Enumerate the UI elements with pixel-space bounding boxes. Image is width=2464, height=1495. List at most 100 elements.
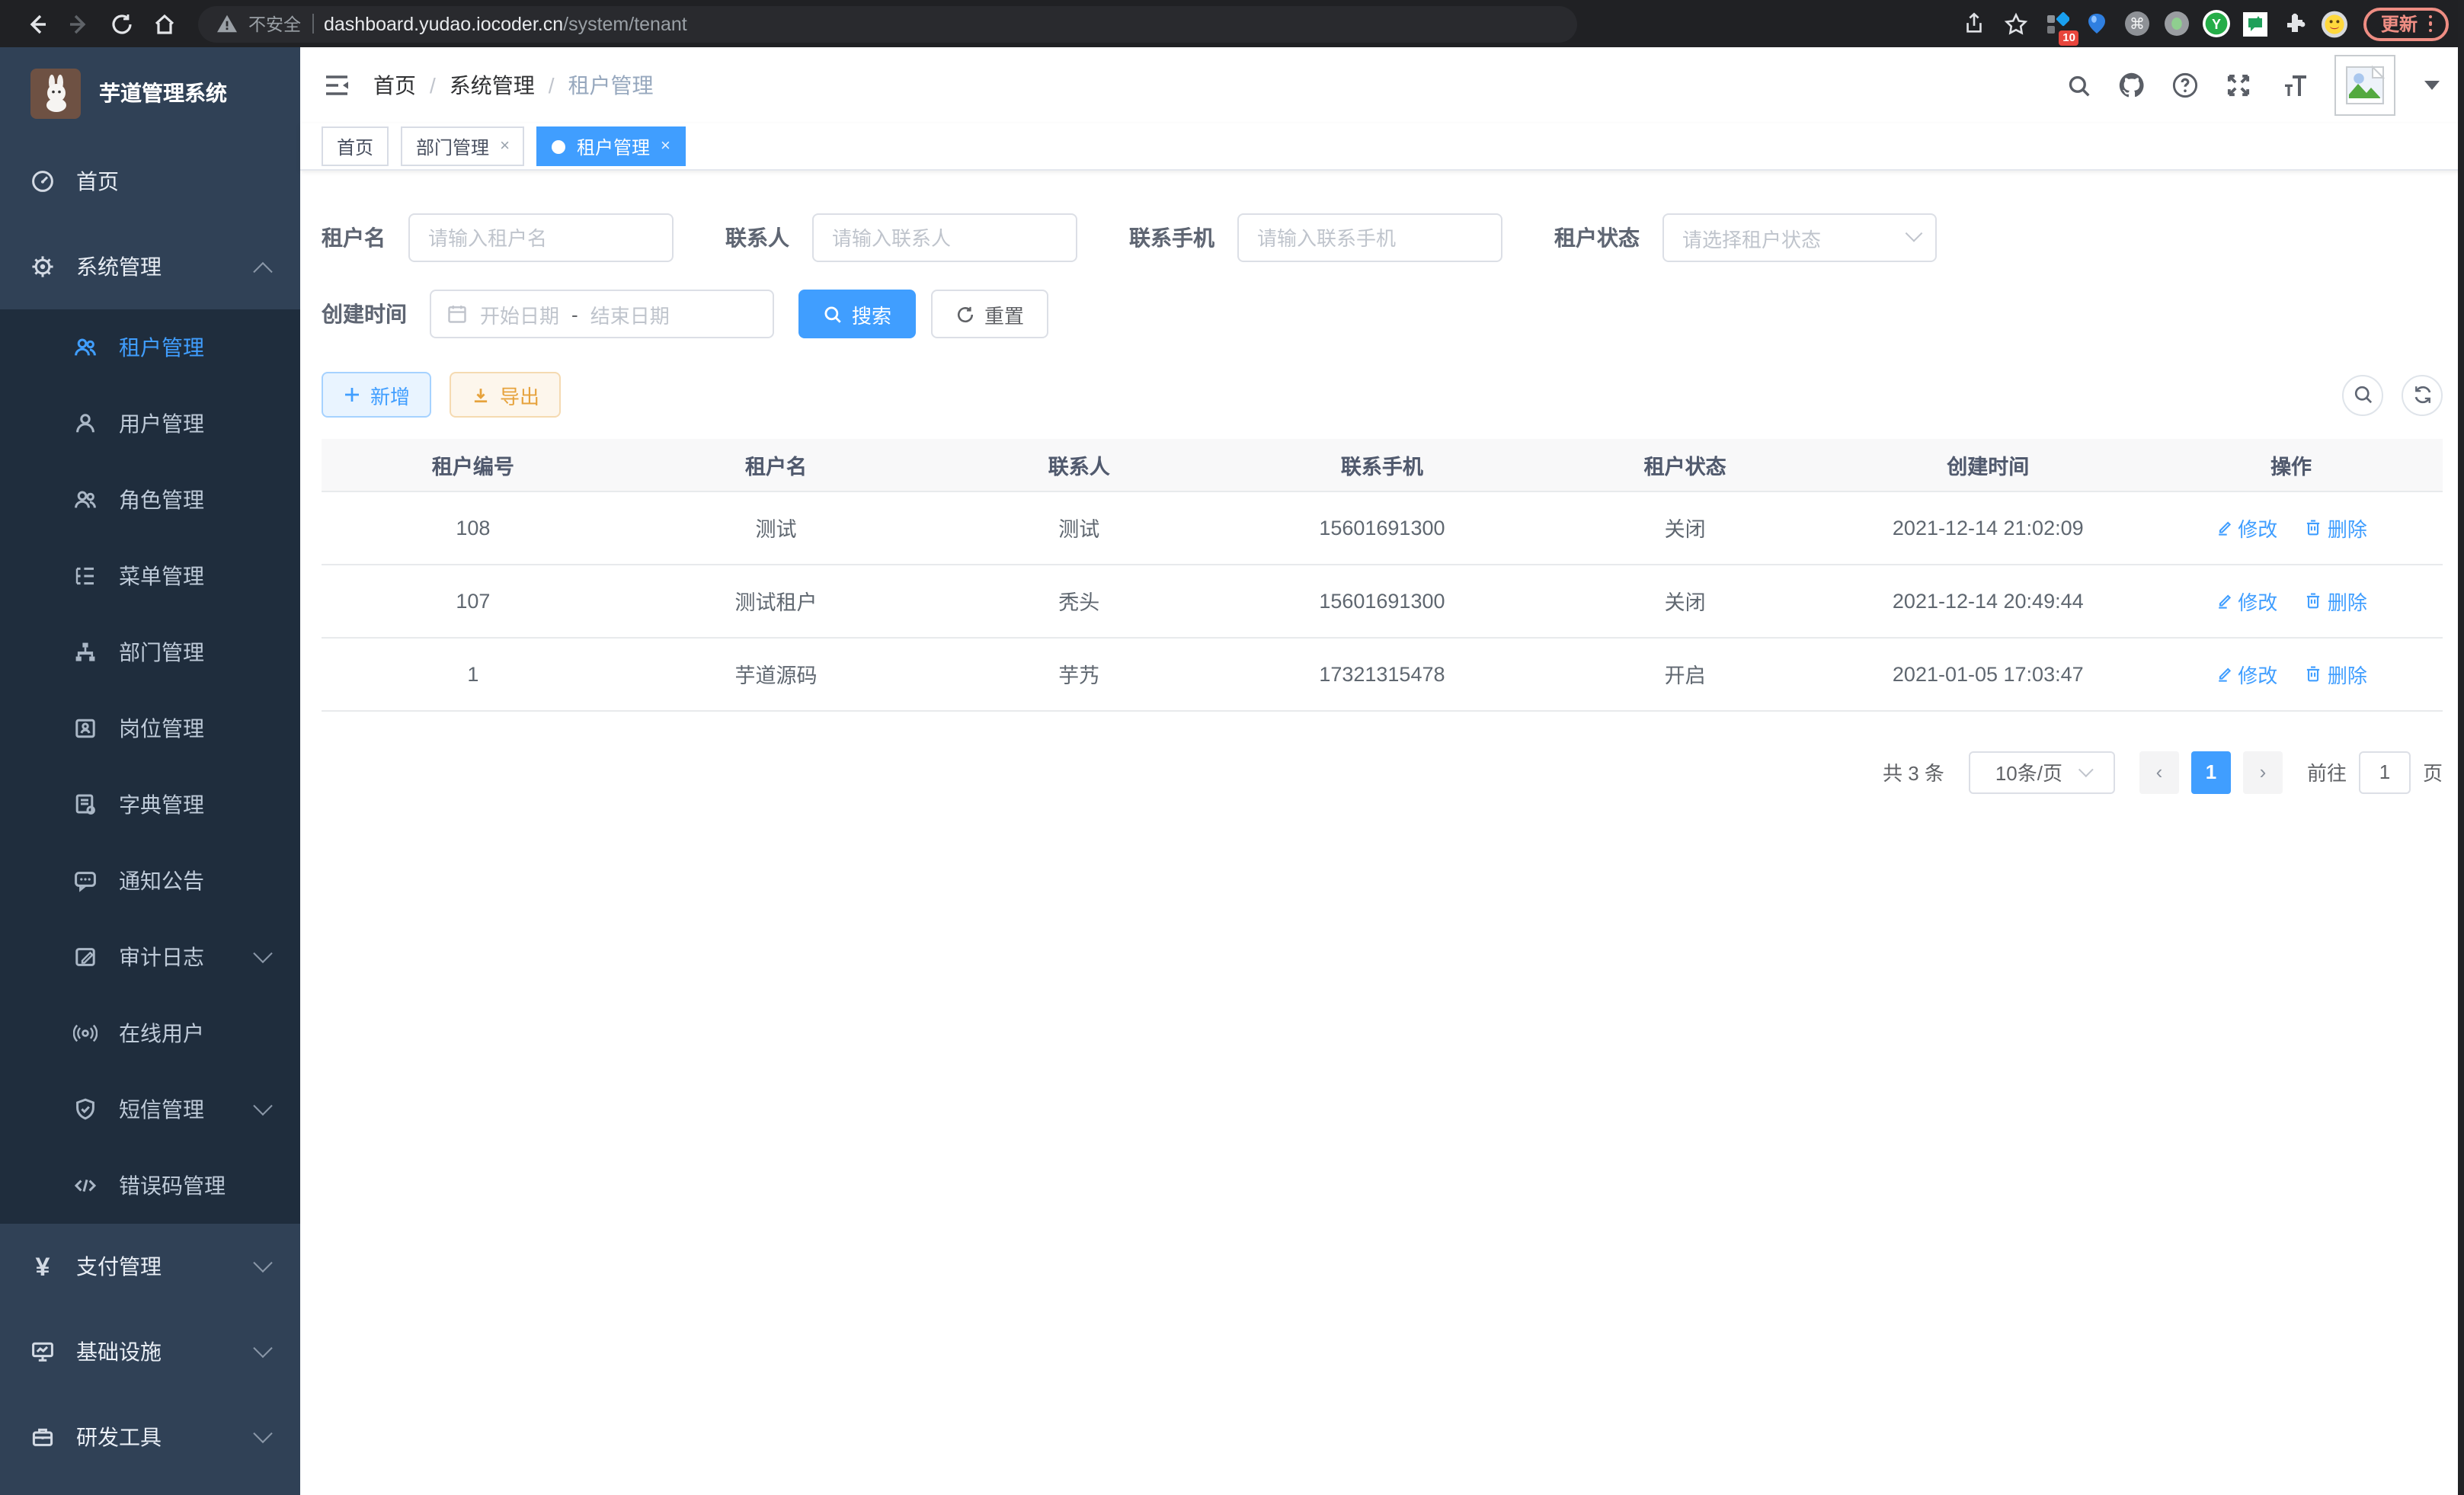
avatar-caret-icon[interactable] <box>2424 81 2440 90</box>
sidebar-item-infrastructure[interactable]: 基础设施 <box>0 1309 300 1394</box>
prev-page-button[interactable]: ‹ <box>2139 751 2179 793</box>
extension-grid-icon[interactable]: 10 <box>2038 4 2078 43</box>
users-icon <box>73 488 98 512</box>
search-button[interactable]: 搜索 <box>798 290 916 338</box>
search-icon <box>823 304 843 324</box>
date-range-picker[interactable]: 开始日期 - 结束日期 <box>430 290 774 338</box>
delete-label: 删除 <box>2328 513 2367 542</box>
browser-menu-icon[interactable] <box>2428 15 2432 33</box>
sidebar-item-label: 字典管理 <box>119 789 204 820</box>
breadcrumb: 首页 / 系统管理 / 租户管理 <box>373 70 654 101</box>
add-button[interactable]: 新增 <box>322 372 431 418</box>
next-page-button[interactable]: › <box>2243 751 2283 793</box>
help-icon[interactable] <box>2171 72 2199 99</box>
sidebar-item-notice[interactable]: 通知公告 <box>0 843 300 919</box>
status-select[interactable]: 请选择租户状态 <box>1662 213 1937 262</box>
sidebar-item-dict[interactable]: 字典管理 <box>0 767 300 843</box>
sidebar-item-home[interactable]: 首页 <box>0 139 300 224</box>
sidebar-item-menu[interactable]: 菜单管理 <box>0 538 300 614</box>
sidebar-item-dev-tools[interactable]: 研发工具 <box>0 1394 300 1480</box>
cell-tenant-id: 108 <box>322 491 625 564</box>
trash-icon <box>2305 518 2323 536</box>
breadcrumb-home[interactable]: 首页 <box>373 70 416 101</box>
url-text[interactable]: dashboard.yudao.iocoder.cn/system/tenant <box>324 13 687 34</box>
tag-label: 首页 <box>337 133 373 159</box>
forward-icon[interactable] <box>58 4 101 43</box>
toggle-search-icon[interactable] <box>2342 374 2383 415</box>
cell-status: 关闭 <box>1534 491 1837 564</box>
table-row: 1 芋道源码 芋艿 17321315478 开启 2021-01-05 17:0… <box>322 637 2443 710</box>
share-icon[interactable] <box>1953 4 1995 43</box>
edit-link[interactable]: 修改 <box>2215 659 2277 688</box>
sidebar-item-post[interactable]: 岗位管理 <box>0 690 300 767</box>
fullscreen-icon[interactable] <box>2225 72 2252 99</box>
reload-icon[interactable] <box>101 4 143 43</box>
cell-created: 2021-01-05 17:03:47 <box>1836 637 2139 710</box>
tenant-page: 租户名 联系人 联系手机 租户状态 请选择租户状态 <box>300 171 2464 1495</box>
edit-link[interactable]: 修改 <box>2215 586 2277 615</box>
reset-button[interactable]: 重置 <box>931 290 1048 338</box>
delete-link[interactable]: 删除 <box>2305 513 2367 542</box>
sidebar-item-role[interactable]: 角色管理 <box>0 462 300 538</box>
font-size-icon[interactable] <box>2278 72 2309 98</box>
sidebar-item-label: 在线用户 <box>119 1018 204 1048</box>
sidebar-item-sms[interactable]: 短信管理 <box>0 1071 300 1148</box>
contact-input[interactable] <box>812 213 1077 262</box>
delete-link[interactable]: 删除 <box>2305 586 2367 615</box>
mobile-input[interactable] <box>1237 213 1502 262</box>
edit-label: 修改 <box>2238 513 2277 542</box>
tag-close-icon[interactable]: × <box>500 138 510 155</box>
sidebar-item-payment[interactable]: ¥ 支付管理 <box>0 1224 300 1309</box>
sidebar-item-tenant[interactable]: 租户管理 <box>0 309 300 386</box>
tenant-name-input[interactable] <box>408 213 674 262</box>
app-logo[interactable]: 芋道管理系统 <box>0 47 300 139</box>
breadcrumb-system[interactable]: 系统管理 <box>450 70 535 101</box>
tag-close-icon[interactable]: × <box>661 138 670 155</box>
gear-icon <box>30 255 55 279</box>
github-icon[interactable] <box>2118 72 2146 99</box>
sidebar-toggle-icon[interactable] <box>300 47 373 123</box>
home-icon[interactable] <box>143 4 186 43</box>
infrastructure-icon <box>30 1340 55 1364</box>
chevron-down-icon <box>253 1096 272 1115</box>
address-bar[interactable]: 不安全 dashboard.yudao.iocoder.cn/system/te… <box>198 5 1577 42</box>
cell-mobile: 15601691300 <box>1230 491 1534 564</box>
extension-y-icon[interactable]: Y <box>2197 4 2236 43</box>
page-size-select[interactable]: 10条/页 <box>1969 751 2115 793</box>
update-label: 更新 <box>2381 11 2418 37</box>
goto-page-input[interactable] <box>2359 751 2411 793</box>
chevron-down-icon <box>1906 225 1923 242</box>
export-button[interactable]: 导出 <box>450 372 561 418</box>
refresh-table-icon[interactable] <box>2402 374 2443 415</box>
extension-puzzle-icon[interactable] <box>2276 4 2315 43</box>
extension-balloon-icon[interactable] <box>2078 4 2117 43</box>
security-label[interactable]: 不安全 <box>248 11 301 36</box>
sidebar-item-user[interactable]: 用户管理 <box>0 386 300 462</box>
delete-link[interactable]: 删除 <box>2305 659 2367 688</box>
header-search-icon[interactable] <box>2066 72 2092 98</box>
sidebar-item-error-code[interactable]: 错误码管理 <box>0 1148 300 1224</box>
extension-emoji-icon[interactable] <box>2315 4 2355 43</box>
page-size-value: 10条/页 <box>1995 757 2062 786</box>
sidebar-item-dept[interactable]: 部门管理 <box>0 614 300 690</box>
error-code-icon <box>73 1173 98 1198</box>
extension-command-icon[interactable]: ⌘ <box>2117 4 2157 43</box>
url-host: dashboard.yudao.iocoder.cn <box>324 13 563 34</box>
edit-link[interactable]: 修改 <box>2215 513 2277 542</box>
browser-update-button[interactable]: 更新 <box>2364 7 2449 40</box>
sidebar-item-online-user[interactable]: 在线用户 <box>0 995 300 1071</box>
tag-home[interactable]: 首页 <box>322 126 389 166</box>
tag-dept[interactable]: 部门管理 × <box>401 126 525 166</box>
sidebar-item-label: 租户管理 <box>119 332 204 363</box>
announcement-icon <box>73 869 98 893</box>
avatar[interactable] <box>2334 55 2395 116</box>
table-row: 108 测试 测试 15601691300 关闭 2021-12-14 21:0… <box>322 491 2443 564</box>
bookmark-star-icon[interactable] <box>1995 4 2038 43</box>
extension-record-icon[interactable] <box>2157 4 2197 43</box>
tag-tenant[interactable]: 租户管理 × <box>537 126 686 166</box>
back-icon[interactable] <box>15 4 58 43</box>
page-number-1[interactable]: 1 <box>2191 751 2231 793</box>
extension-chat-icon[interactable] <box>2236 4 2276 43</box>
sidebar-item-audit-log[interactable]: 审计日志 <box>0 919 300 995</box>
sidebar-item-system[interactable]: 系统管理 <box>0 224 300 309</box>
